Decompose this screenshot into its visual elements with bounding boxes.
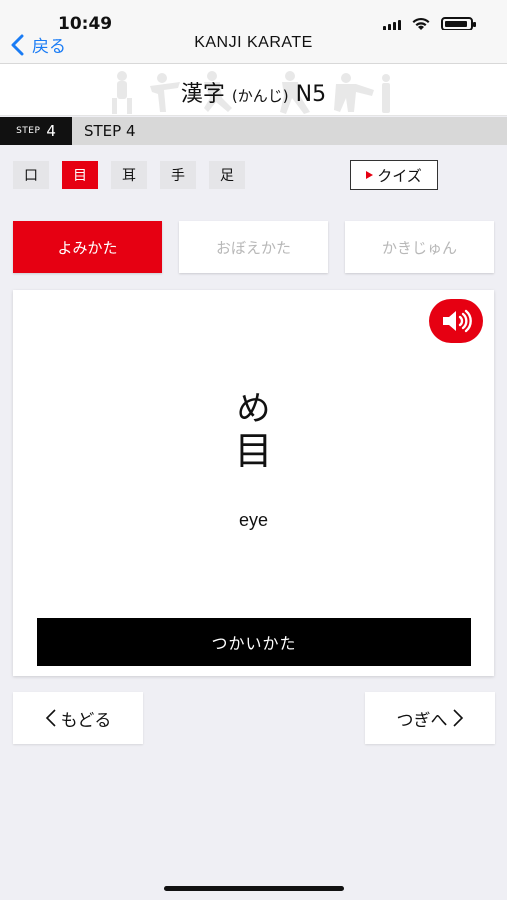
previous-label: もどる [60, 710, 112, 731]
banner-title-main: 漢字 [180, 82, 225, 107]
kanji-character: 目 [234, 429, 273, 473]
quiz-label: クイズ [377, 166, 422, 185]
step-tag-number: 4 [46, 122, 56, 140]
kanji-tab-eye[interactable]: 目 [62, 161, 98, 189]
next-label: つぎへ [396, 710, 448, 731]
banner-title-reading: (かんじ) [231, 87, 289, 105]
kanji-meaning: eye [238, 510, 269, 530]
header-banner: 漢字 (かんじ) N5 [0, 64, 507, 116]
tab-memorize[interactable]: おぼえかた [179, 221, 328, 273]
kanji-card: め 目 eye つかいかた [13, 290, 494, 676]
navigation-bar: 戻る KANJI KARATE [0, 30, 507, 64]
kanji-tab-hand[interactable]: 手 [160, 161, 196, 189]
banner-title: 漢字 (かんじ) N5 [0, 76, 507, 108]
step-bar: STEP 4 STEP 4 [0, 117, 507, 145]
chevron-left-icon [45, 709, 56, 727]
mode-tabs: よみかた おぼえかた かきじゅん [13, 221, 494, 273]
battery-icon [441, 17, 476, 31]
speaker-icon [443, 309, 472, 333]
play-triangle-icon [366, 171, 374, 179]
kanji-tab-ear[interactable]: 耳 [111, 161, 147, 189]
tab-reading[interactable]: よみかた [13, 221, 162, 273]
sound-button[interactable] [429, 299, 483, 343]
kanji-tabs: 口 目 耳 手 足 [13, 161, 245, 189]
wifi-icon [412, 17, 430, 30]
step-tag-label: STEP [16, 126, 41, 136]
step-tag: STEP 4 [0, 117, 72, 145]
step-name: STEP 4 [84, 122, 136, 140]
nav-title: KANJI KARATE [194, 34, 313, 51]
status-bar: 10:49 [0, 0, 507, 34]
kanji-reading: め [236, 389, 271, 429]
status-icons [383, 17, 476, 31]
kanji-tab-foot[interactable]: 足 [209, 161, 245, 189]
kanji-tab-mouth[interactable]: 口 [13, 161, 49, 189]
next-button[interactable]: つぎへ [365, 692, 495, 744]
previous-button[interactable]: もどる [13, 692, 143, 744]
tab-stroke-order[interactable]: かきじゅん [345, 221, 494, 273]
chevron-right-icon [452, 709, 463, 727]
banner-title-level: N5 [295, 82, 327, 107]
usage-button[interactable]: つかいかた [37, 618, 471, 666]
home-indicator[interactable] [164, 886, 344, 891]
quiz-button[interactable]: クイズ [350, 160, 438, 190]
